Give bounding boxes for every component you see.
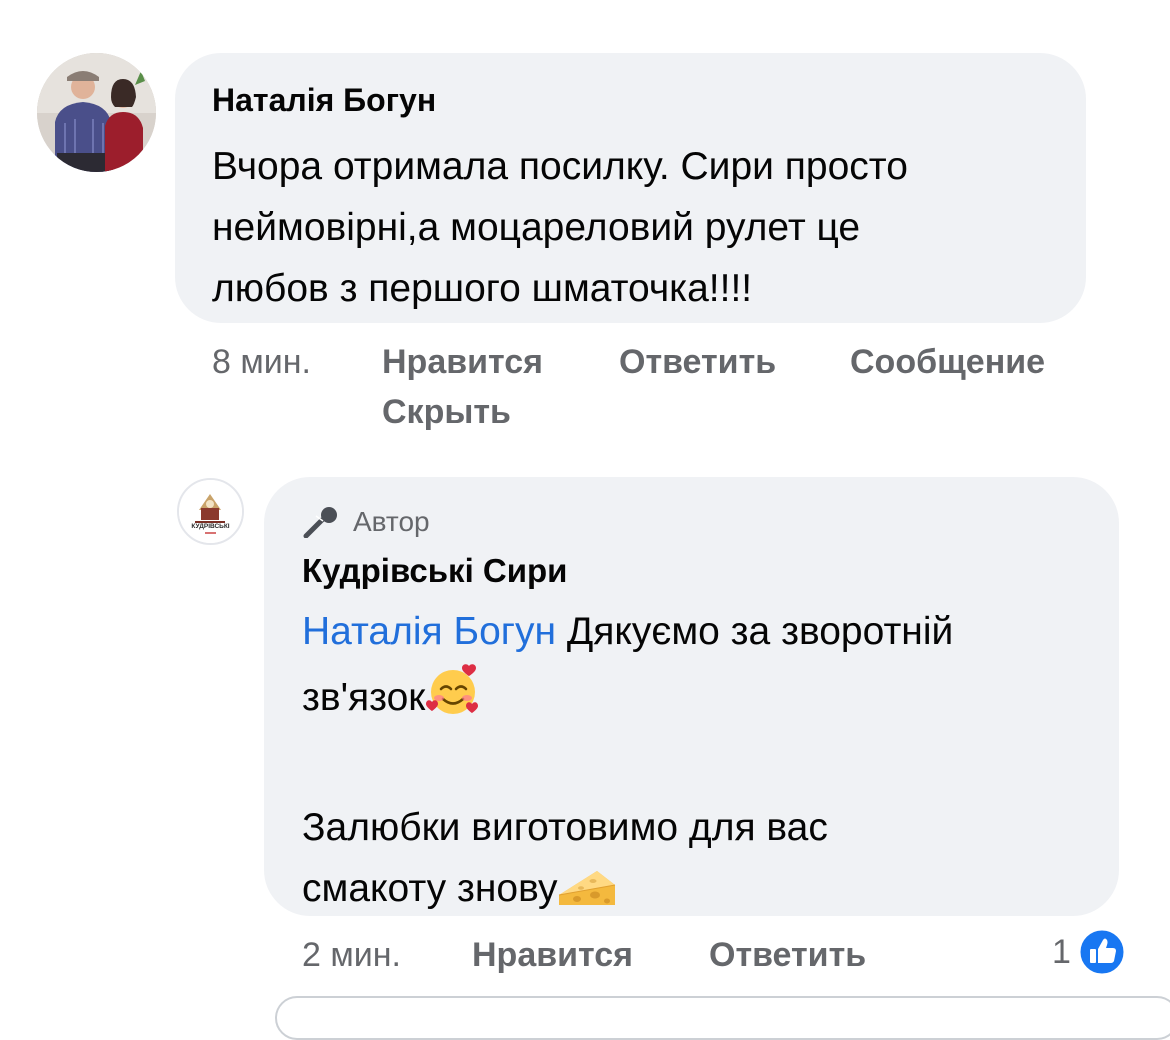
comment-text-line: любов з першого шматочка!!!! <box>212 267 753 310</box>
reply-text-line: Залюбки виготовимо для вас <box>302 806 828 849</box>
comment-text-line: Вчора отримала посилку. Сири просто <box>212 145 908 188</box>
reply-blank-line <box>302 736 1102 797</box>
avatar[interactable] <box>37 53 156 172</box>
reply-button[interactable]: Ответить <box>709 935 866 975</box>
comment-text-line: неймовірні,а моцареловий рулет це <box>212 206 861 249</box>
reply-text-line: зв'язок <box>302 662 1102 736</box>
microphone-icon <box>303 506 341 539</box>
message-button[interactable]: Сообщение <box>850 342 1045 382</box>
like-thumb-icon <box>1077 927 1127 977</box>
reply-text-line: Наталія Богун Дякуємо за зворотній <box>302 601 1102 662</box>
like-button[interactable]: Нравится <box>382 342 543 382</box>
reaction-count: 1 <box>1052 933 1071 971</box>
reply-button[interactable]: Ответить <box>619 342 776 382</box>
reply-text-line: смакоту знову <box>302 858 1102 927</box>
reply-author[interactable]: Кудрівські Сири <box>302 550 567 592</box>
author-badge-label: Автор <box>353 506 430 537</box>
smiling-face-with-hearts-icon <box>425 662 481 736</box>
reply-text-segment: смакоту знову <box>302 867 558 910</box>
hide-button[interactable]: Скрыть <box>382 392 511 432</box>
cheese-wedge-icon <box>557 865 617 927</box>
comment-author[interactable]: Наталія Богун <box>212 80 436 120</box>
like-button[interactable]: Нравится <box>472 935 633 975</box>
author-badge: Автор <box>303 502 430 542</box>
mention-link[interactable]: Наталія Богун <box>302 610 556 653</box>
comment-text: Вчора отримала посилку. Сири просто нейм… <box>212 136 1072 319</box>
reply-text-segment: зв'язок <box>302 676 426 719</box>
reaction-summary[interactable]: 1 <box>1052 927 1127 977</box>
page-avatar[interactable]: КУДРІВСЬКІ <box>177 478 244 545</box>
write-reply-input[interactable] <box>275 996 1170 1040</box>
comment-timestamp[interactable]: 8 мин. <box>212 342 311 382</box>
logo-text: КУДРІВСЬКІ <box>191 523 229 530</box>
reply-timestamp[interactable]: 2 мин. <box>302 935 401 975</box>
reply-text-segment: Дякуємо за зворотній <box>566 610 954 653</box>
reply-text: Наталія Богун Дякуємо за зворотній зв'яз… <box>302 601 1102 927</box>
